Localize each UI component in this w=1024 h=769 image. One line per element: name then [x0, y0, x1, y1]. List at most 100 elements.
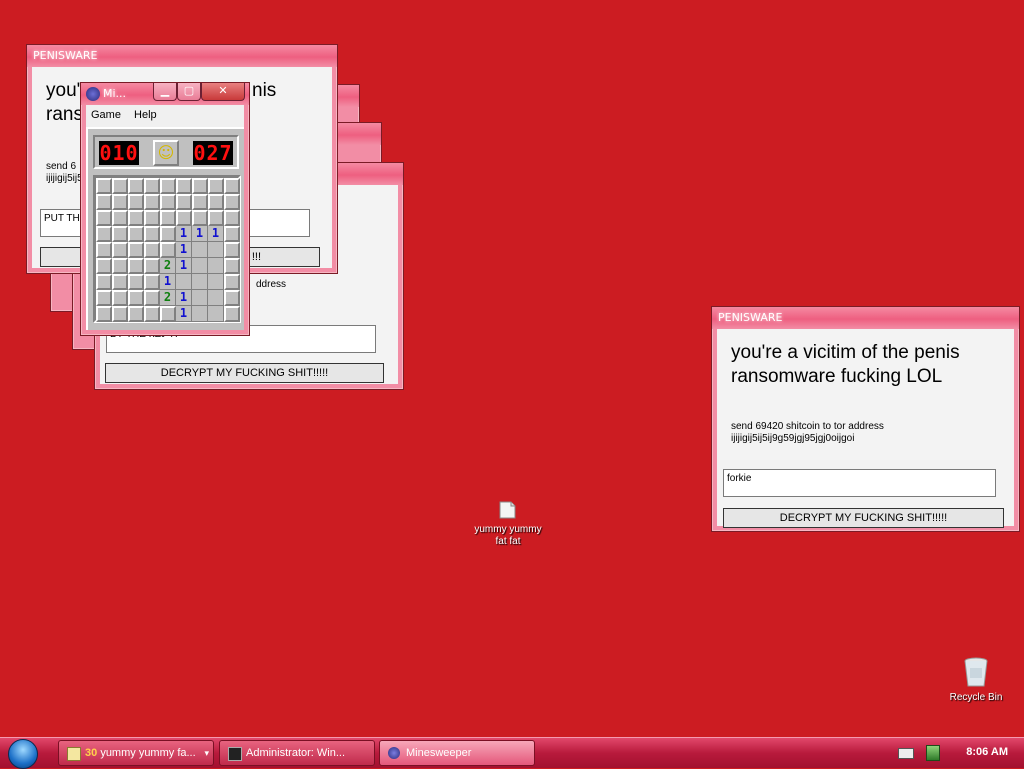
- mine-cell[interactable]: [144, 242, 160, 258]
- mine-cell[interactable]: [96, 306, 112, 322]
- mine-cell[interactable]: [192, 290, 208, 306]
- clock[interactable]: 8:06 AM: [966, 746, 1008, 758]
- mine-cell[interactable]: 1: [160, 274, 176, 290]
- mine-cell[interactable]: 2: [160, 258, 176, 274]
- mine-cell[interactable]: [128, 210, 144, 226]
- mine-cell[interactable]: [96, 194, 112, 210]
- menu-game[interactable]: Game: [86, 105, 126, 125]
- minesweeper-window[interactable]: Mi... ▁ ▢ ✕ Game Help 010 ☺ 027 11112112…: [80, 82, 250, 336]
- mine-cell[interactable]: [192, 194, 208, 210]
- mine-cell[interactable]: [96, 290, 112, 306]
- mine-cell[interactable]: 1: [176, 242, 192, 258]
- mine-cell[interactable]: [112, 306, 128, 322]
- mine-cell[interactable]: [224, 226, 240, 242]
- mine-cell[interactable]: [224, 274, 240, 290]
- mine-cell[interactable]: 1: [176, 226, 192, 242]
- desktop-icon-recycle-bin[interactable]: Recycle Bin: [940, 656, 1012, 704]
- desktop-icon-yummy[interactable]: yummy yummy fat fat: [466, 500, 550, 548]
- maximize-button[interactable]: ▢: [177, 83, 201, 101]
- mine-cell[interactable]: [160, 306, 176, 322]
- mine-cell[interactable]: [96, 242, 112, 258]
- mine-cell[interactable]: [144, 290, 160, 306]
- mine-cell[interactable]: [144, 210, 160, 226]
- mine-cell[interactable]: [144, 274, 160, 290]
- taskbar-button-cmd[interactable]: Administrator: Win...: [219, 740, 375, 766]
- mine-cell[interactable]: [96, 226, 112, 242]
- mine-cell[interactable]: [176, 274, 192, 290]
- mine-cell[interactable]: [160, 210, 176, 226]
- mine-cell[interactable]: [128, 306, 144, 322]
- mine-cell[interactable]: 1: [192, 226, 208, 242]
- mine-cell[interactable]: [112, 258, 128, 274]
- mine-cell[interactable]: [208, 258, 224, 274]
- mine-cell[interactable]: [160, 178, 176, 194]
- mine-cell[interactable]: [112, 194, 128, 210]
- mine-cell[interactable]: [144, 178, 160, 194]
- mine-cell[interactable]: [128, 274, 144, 290]
- ransom-window-front[interactable]: PENISWARE you're a vicitim of the penis r…: [711, 306, 1020, 532]
- key-input[interactable]: forkie: [723, 469, 996, 497]
- mine-cell[interactable]: [128, 194, 144, 210]
- taskbar-button-folder[interactable]: 30 yummy yummy fa... ▾: [58, 740, 214, 766]
- mine-cell[interactable]: 1: [176, 290, 192, 306]
- mine-cell[interactable]: [112, 274, 128, 290]
- minimize-button[interactable]: ▁: [153, 83, 177, 101]
- mine-cell[interactable]: [208, 242, 224, 258]
- mine-cell[interactable]: [224, 242, 240, 258]
- keyboard-icon[interactable]: [898, 748, 914, 759]
- mine-cell[interactable]: [112, 290, 128, 306]
- mine-cell[interactable]: [224, 210, 240, 226]
- mine-cell[interactable]: [96, 210, 112, 226]
- smiley-face-button[interactable]: ☺: [153, 140, 179, 166]
- mine-cell[interactable]: [144, 258, 160, 274]
- taskbar-button-minesweeper[interactable]: Minesweeper: [379, 740, 535, 766]
- mine-cell[interactable]: [192, 178, 208, 194]
- mine-cell[interactable]: [144, 226, 160, 242]
- mine-cell[interactable]: [112, 210, 128, 226]
- mine-cell[interactable]: [128, 258, 144, 274]
- mine-cell[interactable]: [128, 178, 144, 194]
- mine-cell[interactable]: [192, 258, 208, 274]
- mine-cell[interactable]: [160, 194, 176, 210]
- close-button[interactable]: ✕: [201, 83, 245, 101]
- mine-cell[interactable]: [192, 242, 208, 258]
- network-icon[interactable]: [926, 745, 940, 761]
- mine-cell[interactable]: 2: [160, 290, 176, 306]
- mine-cell[interactable]: [144, 306, 160, 322]
- mine-cell[interactable]: [128, 290, 144, 306]
- mine-cell[interactable]: [192, 274, 208, 290]
- mine-cell[interactable]: 1: [208, 226, 224, 242]
- mine-cell[interactable]: [144, 194, 160, 210]
- decrypt-button-mid[interactable]: DECRYPT MY FUCKING SHIT!!!!!: [105, 363, 384, 383]
- mine-cell[interactable]: [128, 242, 144, 258]
- mine-cell[interactable]: [208, 210, 224, 226]
- mine-cell[interactable]: [176, 178, 192, 194]
- mine-cell[interactable]: [112, 242, 128, 258]
- mine-cell[interactable]: 1: [176, 258, 192, 274]
- mine-cell[interactable]: [208, 290, 224, 306]
- mine-cell[interactable]: [224, 258, 240, 274]
- decrypt-button[interactable]: DECRYPT MY FUCKING SHIT!!!!!: [723, 508, 1004, 528]
- mine-cell[interactable]: [160, 242, 176, 258]
- mine-cell[interactable]: [208, 178, 224, 194]
- mine-cell[interactable]: [112, 226, 128, 242]
- mine-cell[interactable]: [192, 306, 208, 322]
- menu-help[interactable]: Help: [129, 105, 162, 125]
- mine-cell[interactable]: [96, 274, 112, 290]
- mine-cell[interactable]: [176, 210, 192, 226]
- mine-cell[interactable]: [96, 178, 112, 194]
- mine-cell[interactable]: [208, 306, 224, 322]
- mine-cell[interactable]: [224, 178, 240, 194]
- mine-cell[interactable]: [112, 178, 128, 194]
- mine-cell[interactable]: [208, 274, 224, 290]
- mine-cell[interactable]: [224, 290, 240, 306]
- mine-cell[interactable]: [224, 194, 240, 210]
- mine-cell[interactable]: [160, 226, 176, 242]
- mine-cell[interactable]: [128, 226, 144, 242]
- mine-cell[interactable]: [96, 258, 112, 274]
- mine-cell[interactable]: [224, 306, 240, 322]
- mine-cell[interactable]: 1: [176, 306, 192, 322]
- start-button[interactable]: [4, 739, 42, 769]
- mine-cell[interactable]: [176, 194, 192, 210]
- mine-cell[interactable]: [208, 194, 224, 210]
